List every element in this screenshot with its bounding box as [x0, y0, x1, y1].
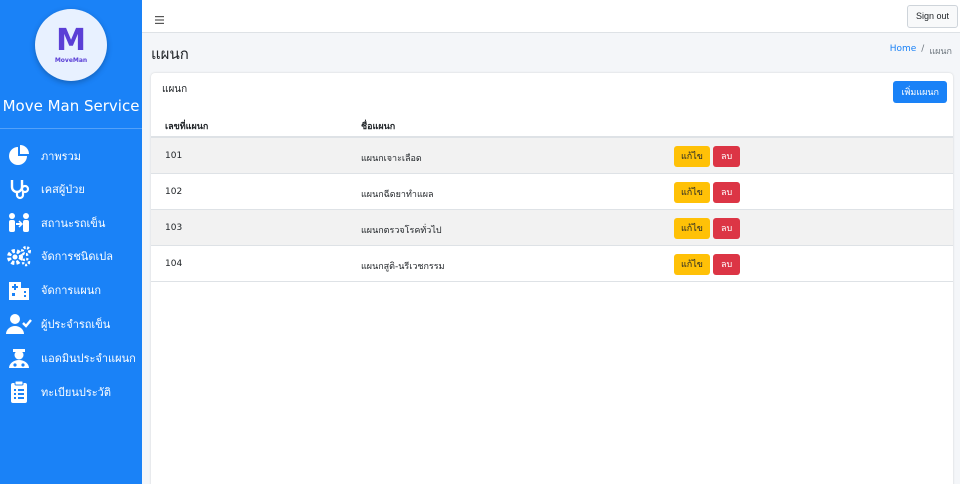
edit-button[interactable]: แก้ไข [674, 146, 710, 167]
pie-chart-icon [6, 143, 32, 169]
column-header-department-name: ชื่อแผนก [361, 122, 396, 132]
people-arrows-icon [6, 210, 32, 236]
table-row: 104 แผนกสูติ-นรีเวชกรรม แก้ไข ลบ [151, 246, 953, 282]
edit-button[interactable]: แก้ไข [674, 182, 710, 203]
sidebar-item-label: แอดมินประจำแผนก [41, 352, 136, 365]
stethoscope-icon [6, 176, 32, 202]
sidebar-item-stretcher-types[interactable]: จัดการชนิดเปล [0, 241, 142, 271]
table-row: 103 แผนกตรวจโรคทั่วไป แก้ไข ลบ [151, 210, 953, 246]
column-header-department-no: เลขที่แผนก [165, 122, 209, 132]
app-logo[interactable]: M MoveMan [35, 9, 107, 81]
page-title: แผนก [151, 45, 189, 63]
edit-button[interactable]: แก้ไข [674, 218, 710, 239]
logo-text: MoveMan [54, 57, 88, 64]
sidebar-item-label: เคสผู้ป่วย [41, 183, 85, 196]
card-title: แผนก [162, 84, 188, 95]
edit-button[interactable]: แก้ไข [674, 254, 710, 275]
delete-button[interactable]: ลบ [713, 146, 741, 167]
sidebar-item-label: ภาพรวม [41, 150, 82, 163]
delete-button[interactable]: ลบ [713, 182, 741, 203]
sidebar-item-wheelchair-status[interactable]: สถานะรถเข็น [0, 208, 142, 238]
user-nurse-icon [6, 345, 32, 371]
department-no: 101 [165, 151, 183, 161]
breadcrumb-home-link[interactable]: Home [890, 44, 917, 58]
department-name: แผนกสูติ-นรีเวชกรรม [361, 262, 445, 272]
sidebar-item-label: จัดการชนิดเปล [41, 250, 113, 263]
sidebar-item-overview[interactable]: ภาพรวม [0, 141, 142, 171]
sidebar-item-label: ทะเบียนประวัติ [41, 386, 111, 399]
user-check-icon [6, 311, 32, 337]
departments-card: แผนก เพิ่มแผนก เลขที่แผนก ชื่อแผนก 101 แ… [151, 73, 953, 484]
hospital-building-icon [6, 277, 32, 303]
department-no: 104 [165, 259, 183, 269]
top-navbar: Sign out [142, 0, 960, 33]
sidebar-divider [0, 128, 142, 129]
sidebar-item-label: ผู้ประจำรถเข็น [41, 318, 111, 331]
sidebar-item-label: จัดการแผนก [41, 284, 102, 297]
sidebar: M MoveMan Move Man Service ภาพรวม เคสผู้… [0, 0, 142, 484]
breadcrumb: Home / แผนก [890, 44, 952, 58]
gears-icon [6, 243, 32, 269]
table-row: 102 แผนกฉีดยาทำแผล แก้ไข ลบ [151, 174, 953, 210]
sign-out-button[interactable]: Sign out [906, 5, 958, 28]
delete-button[interactable]: ลบ [713, 218, 741, 239]
sidebar-item-departments[interactable]: จัดการแผนก [0, 275, 142, 305]
add-department-button[interactable]: เพิ่มแผนก [893, 81, 947, 103]
breadcrumb-current: แผนก [929, 47, 952, 57]
sidebar-item-patient-cases[interactable]: เคสผู้ป่วย [0, 174, 142, 204]
hamburger-icon[interactable] [155, 10, 165, 24]
department-name: แผนกเจาะเลือด [361, 154, 422, 164]
table-row: 101 แผนกเจาะเลือด แก้ไข ลบ [151, 138, 953, 174]
sidebar-item-wheelchair-staff[interactable]: ผู้ประจำรถเข็น [0, 309, 142, 339]
department-name: แผนกตรวจโรคทั่วไป [361, 226, 442, 236]
sidebar-item-registry[interactable]: ทะเบียนประวัติ [0, 377, 142, 407]
brand-name[interactable]: Move Man Service [0, 97, 142, 115]
department-no: 103 [165, 223, 183, 233]
sidebar-item-label: สถานะรถเข็น [41, 217, 106, 230]
department-no: 102 [165, 187, 183, 197]
sidebar-item-department-admins[interactable]: แอดมินประจำแผนก [0, 343, 142, 373]
breadcrumb-separator: / [921, 44, 925, 54]
delete-button[interactable]: ลบ [713, 254, 741, 275]
clipboard-list-icon [6, 379, 32, 405]
logo-letter: M [56, 23, 86, 58]
department-name: แผนกฉีดยาทำแผล [361, 190, 434, 200]
